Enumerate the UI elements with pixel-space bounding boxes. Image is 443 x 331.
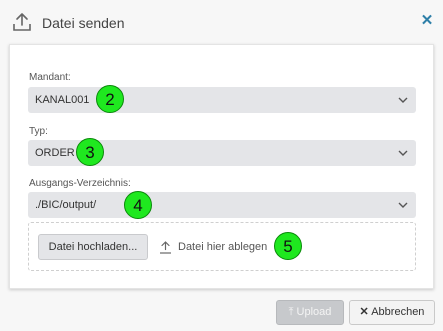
annotation-badge: 3 [76, 138, 104, 166]
cancel-button[interactable]: ✕ Abbrechen [349, 300, 435, 325]
annotation-badge: 5 [274, 232, 302, 260]
upload-icon: ⤒ [288, 306, 294, 318]
close-icon: ✕ [359, 306, 369, 318]
upload-button-label: Upload [296, 306, 332, 318]
mandant-select[interactable]: KANAL001 [28, 87, 416, 113]
dropzone-hint: Datei hier ablegen [178, 241, 268, 253]
chevron-down-icon [398, 150, 408, 156]
annotation-badge: 4 [124, 191, 152, 219]
dialog-title: Datei senden [42, 15, 125, 31]
file-dropzone[interactable]: Datei hochladen... Datei hier ablegen 5 [28, 222, 416, 271]
typ-value: ORDER [35, 147, 75, 159]
dialog-header: Datei senden ✕ [0, 0, 443, 44]
upload-icon [13, 13, 31, 31]
form-panel: Mandant: KANAL001 2 Typ: ORDER 3 Ausgang… [9, 44, 434, 289]
typ-label: Typ: [29, 126, 48, 137]
chevron-down-icon [398, 202, 408, 208]
cancel-button-label: Abbrechen [371, 306, 425, 318]
ausgang-label: Ausgangs-Verzeichnis: [29, 178, 131, 189]
upload-button[interactable]: ⤒ Upload [276, 300, 344, 325]
ausgang-select[interactable]: ./BIC/output/ [28, 192, 416, 218]
close-icon[interactable]: ✕ [419, 13, 435, 29]
upload-icon [160, 241, 171, 254]
chevron-down-icon [398, 97, 408, 103]
file-upload-button[interactable]: Datei hochladen... [38, 234, 148, 260]
ausgang-value: ./BIC/output/ [35, 199, 97, 211]
mandant-value: KANAL001 [35, 94, 90, 106]
mandant-label: Mandant: [29, 72, 71, 83]
send-file-dialog: Datei senden ✕ Mandant: KANAL001 2 Typ: … [0, 0, 443, 331]
annotation-badge: 2 [96, 85, 124, 113]
